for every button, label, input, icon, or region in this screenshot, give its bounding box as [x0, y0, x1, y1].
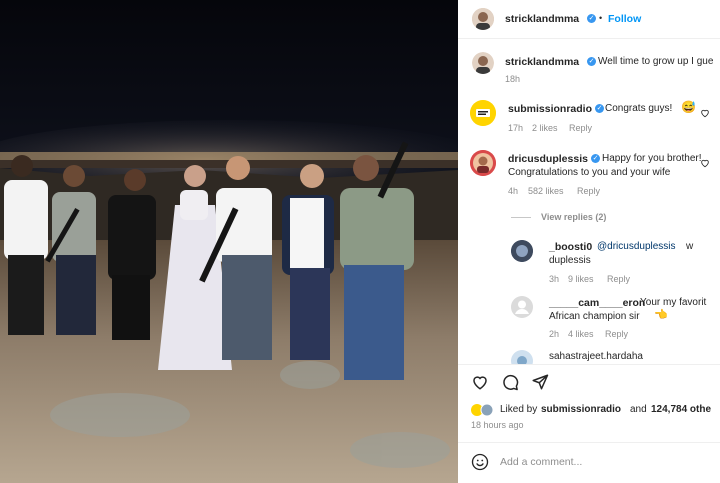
comment-reply-button[interactable]: Reply [569, 123, 592, 133]
reply-time: 3h [549, 274, 560, 284]
reply-likes[interactable]: 4 likes [568, 329, 594, 339]
caption-username[interactable]: stricklandmma [505, 56, 579, 68]
comment-text: Happy for you brother! [602, 153, 702, 164]
comment-time: 17h [508, 123, 524, 133]
comment-username[interactable]: dricusduplessis [508, 153, 588, 165]
submissionradio-logo-icon [470, 100, 496, 126]
caption-text: Well time to grow up I gue [598, 56, 714, 67]
add-comment-bar: Add a comment... [458, 442, 720, 483]
comment-text-line2: Congratulations to you and your wife [508, 167, 671, 178]
caption-time: 18h [505, 74, 521, 84]
reply-text: w [686, 241, 694, 252]
verified-badge-icon: ✓ [587, 14, 596, 23]
comment-likes[interactable]: 2 likes [532, 123, 558, 133]
reply-mention-link[interactable]: @dricusduplessis [597, 241, 676, 252]
avatar-icon [470, 150, 496, 176]
like-heart-icon[interactable] [471, 373, 489, 396]
comment-reply-button[interactable]: Reply [577, 186, 600, 196]
verified-badge-icon: ✓ [587, 57, 596, 66]
replies-divider-line [511, 217, 531, 218]
comment-bubble-icon[interactable] [501, 373, 519, 396]
emoji-smiley-icon[interactable] [471, 453, 489, 476]
header-separator: • [599, 13, 603, 23]
comment-text: Congrats guys! [605, 103, 673, 114]
likes-count[interactable]: 124,784 othe [651, 404, 711, 415]
share-send-icon[interactable] [531, 373, 549, 396]
verified-badge-icon: ✓ [591, 154, 600, 163]
liked-by-prefix: Liked by [500, 404, 538, 415]
reply-text-line2: African champion sir [549, 311, 640, 322]
commenter-avatar[interactable] [470, 100, 496, 126]
follow-button[interactable]: Follow [608, 13, 641, 25]
reply-text: Your my favorit [640, 297, 707, 308]
hand-emoji-icon: 👈 [654, 309, 668, 321]
reply-avatar[interactable] [511, 240, 533, 262]
heart-outline-icon[interactable] [700, 105, 710, 123]
avatar-icon [472, 8, 494, 30]
reply-reply-button[interactable]: Reply [605, 329, 628, 339]
liked-by-avatars [471, 403, 495, 421]
avatar-icon [472, 52, 494, 74]
reply-time: 2h [549, 329, 560, 339]
heart-outline-icon[interactable] [700, 155, 710, 173]
view-replies-button[interactable]: View replies (2) [541, 212, 606, 222]
reply-username[interactable]: _boosti0 [549, 241, 592, 253]
caption-avatar[interactable] [472, 52, 494, 74]
reply-username[interactable]: sahastrajeet.hardaha [549, 351, 643, 362]
reply-likes[interactable]: 9 likes [568, 274, 594, 284]
post-photo[interactable] [0, 0, 458, 483]
author-username[interactable]: stricklandmma [505, 13, 579, 25]
comment-time: 4h [508, 186, 519, 196]
avatar-icon [511, 240, 533, 262]
comment-username[interactable]: submissionradio [508, 103, 592, 115]
reply-username[interactable]: _____cam____eron [549, 297, 645, 309]
default-user-icon [511, 296, 533, 318]
author-avatar[interactable] [472, 8, 494, 30]
liked-by-and: and [630, 404, 647, 415]
liked-by-user[interactable]: submissionradio [541, 404, 621, 415]
verified-badge-icon: ✓ [595, 104, 604, 113]
wedding-photo-desert-night [0, 0, 458, 483]
reply-avatar[interactable] [511, 296, 533, 318]
commenter-avatar[interactable] [470, 150, 496, 176]
reply-reply-button[interactable]: Reply [607, 274, 630, 284]
sweat-smile-emoji-icon: 😅 [681, 100, 696, 114]
liked-by-avatar-icon [471, 403, 494, 417]
reply-text-line2: duplessis [549, 255, 591, 266]
post-side-panel: stricklandmma ✓ • Follow stricklandmma ✓… [458, 0, 720, 483]
add-comment-input[interactable]: Add a comment... [500, 456, 582, 468]
post-header: stricklandmma ✓ • Follow [458, 0, 720, 39]
comment-likes[interactable]: 582 likes [528, 186, 564, 196]
post-timestamp: 18 hours ago [471, 420, 524, 430]
